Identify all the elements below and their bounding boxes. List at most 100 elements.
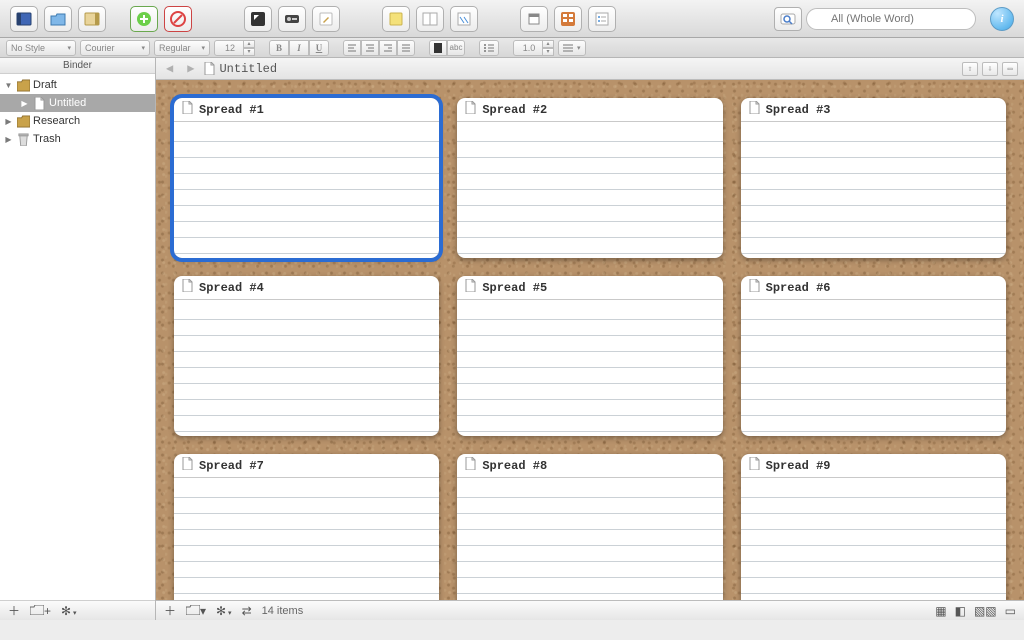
corkboard[interactable]: Spread #1 Spread #2 Spread #3 Spread #4 Spre… [156, 80, 1024, 600]
index-card[interactable]: Spread #8 [457, 454, 722, 600]
index-card[interactable]: Spread #7 [174, 454, 439, 600]
card-synopsis[interactable] [457, 300, 722, 436]
index-card[interactable]: Spread #2 [457, 98, 722, 258]
layout-button[interactable] [416, 6, 444, 32]
font-select[interactable]: Courier [80, 40, 150, 56]
nav-up-button[interactable]: ⇧ [962, 62, 978, 76]
edit-button[interactable] [312, 6, 340, 32]
align-center-button[interactable] [361, 40, 379, 56]
document-icon [465, 101, 476, 118]
bold-button[interactable]: B [269, 40, 289, 56]
comment-button[interactable] [382, 6, 410, 32]
spacing-mode-select[interactable] [558, 40, 586, 56]
view-label-button[interactable]: ◧ [955, 604, 966, 618]
card-title[interactable]: Spread #4 [199, 281, 264, 295]
card-title[interactable]: Spread #6 [766, 281, 831, 295]
index-card[interactable]: Spread #5 [457, 276, 722, 436]
spacing-down[interactable]: ▾ [542, 48, 554, 56]
footer-folder-button[interactable]: ▾ [186, 604, 206, 618]
index-card[interactable]: Spread #6 [741, 276, 1006, 436]
footer-add-button[interactable]: ＋ [164, 602, 176, 619]
index-card[interactable]: Spread #9 [741, 454, 1006, 600]
index-card[interactable]: Spread #1 [174, 98, 439, 258]
card-title[interactable]: Spread #5 [482, 281, 547, 295]
card-title[interactable]: Spread #9 [766, 459, 831, 473]
binder-sidebar: Binder ▼Draft▶Untitled▶Research▶Trash ＋ … [0, 58, 156, 620]
keywords-button[interactable] [278, 6, 306, 32]
nav-title-text: Untitled [219, 62, 277, 76]
footer-shuffle-button[interactable]: ⇄ [242, 604, 252, 618]
spacing-up[interactable]: ▴ [542, 40, 554, 48]
size-up[interactable]: ▴ [243, 40, 255, 48]
search-input[interactable] [806, 8, 976, 30]
add-button[interactable] [130, 6, 158, 32]
delete-button[interactable] [164, 6, 192, 32]
add-document-button[interactable]: ＋ [8, 602, 20, 619]
nav-split-button[interactable]: ▭ [1002, 62, 1018, 76]
document-icon [749, 457, 760, 474]
compose-enter-button[interactable] [244, 6, 272, 32]
italic-button[interactable]: I [289, 40, 309, 56]
view-cards-button[interactable]: ▧▧ [974, 604, 997, 618]
card-synopsis[interactable] [174, 300, 439, 436]
align-left-button[interactable] [343, 40, 361, 56]
nav-forward-button[interactable]: ▶ [183, 61, 198, 76]
nav-back-button[interactable]: ◀ [162, 61, 177, 76]
align-right-button[interactable] [379, 40, 397, 56]
document-icon [465, 457, 476, 474]
wrap-button[interactable] [450, 6, 478, 32]
disclosure-triangle[interactable]: ▶ [4, 135, 13, 144]
binder-item-label: Trash [33, 133, 61, 145]
font-size-field[interactable]: 12 [214, 40, 246, 56]
text-color-button[interactable] [429, 40, 447, 56]
disclosure-triangle[interactable]: ▶ [4, 117, 13, 126]
list-button[interactable] [479, 40, 499, 56]
collections-button[interactable] [44, 6, 72, 32]
card-title[interactable]: Spread #2 [482, 103, 547, 117]
align-justify-button[interactable] [397, 40, 415, 56]
card-synopsis[interactable] [174, 122, 439, 258]
binder-item[interactable]: ▶Research [0, 112, 155, 130]
view-grid-button[interactable]: ▦ [935, 604, 946, 618]
binder-header: Binder [0, 58, 155, 74]
card-title[interactable]: Spread #1 [199, 103, 264, 117]
binder-item[interactable]: ▼Draft [0, 76, 155, 94]
disclosure-triangle[interactable]: ▼ [4, 81, 13, 90]
add-folder-button[interactable]: + [30, 604, 51, 618]
card-title[interactable]: Spread #3 [766, 103, 831, 117]
item-count: 14 items [262, 605, 304, 617]
quick-search-button[interactable] [774, 7, 802, 31]
underline-button[interactable]: U [309, 40, 329, 56]
line-spacing-field[interactable]: 1.0 [513, 40, 545, 56]
card-synopsis[interactable] [741, 122, 1006, 258]
binder-toggle-button[interactable] [10, 6, 38, 32]
view-mode-outline-button[interactable] [588, 6, 616, 32]
card-synopsis[interactable] [457, 478, 722, 600]
card-synopsis[interactable] [741, 478, 1006, 600]
index-card[interactable]: Spread #3 [741, 98, 1006, 258]
size-down[interactable]: ▾ [243, 48, 255, 56]
footer-action-menu[interactable]: ✻ [216, 604, 232, 618]
nav-document-title[interactable]: Untitled [204, 62, 277, 76]
card-title[interactable]: Spread #8 [482, 459, 547, 473]
card-title[interactable]: Spread #7 [199, 459, 264, 473]
view-freeform-button[interactable]: ▭ [1005, 604, 1016, 618]
binder-item[interactable]: ▶ Trash [0, 130, 155, 148]
folder-icon [16, 78, 30, 92]
sidebar-action-menu[interactable]: ✻ [61, 604, 77, 618]
nav-down-button[interactable]: ⇩ [982, 62, 998, 76]
view-mode-cork-button[interactable] [554, 6, 582, 32]
info-button[interactable]: i [990, 7, 1014, 31]
binder-item[interactable]: ▶Untitled [0, 94, 155, 112]
compile-button[interactable] [520, 6, 548, 32]
index-card[interactable]: Spread #4 [174, 276, 439, 436]
font-variant-select[interactable]: Regular [154, 40, 210, 56]
disclosure-triangle[interactable]: ▶ [20, 99, 29, 108]
card-synopsis[interactable] [174, 478, 439, 600]
style-select[interactable]: No Style [6, 40, 76, 56]
card-synopsis[interactable] [457, 122, 722, 258]
inspector-toggle-button[interactable] [78, 6, 106, 32]
document-icon [182, 279, 193, 296]
highlight-color-button[interactable]: abc [447, 40, 465, 56]
card-synopsis[interactable] [741, 300, 1006, 436]
